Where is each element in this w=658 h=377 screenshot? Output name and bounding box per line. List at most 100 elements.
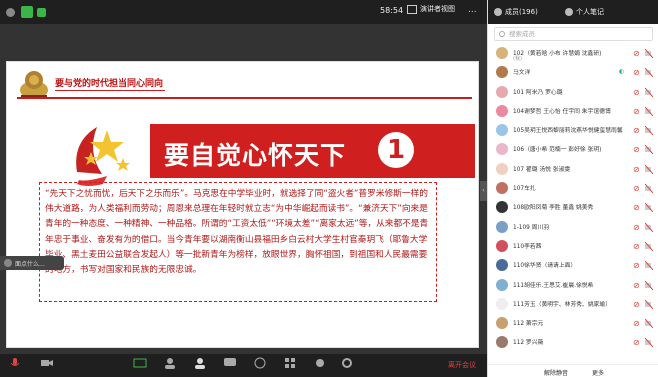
settings-icon[interactable] xyxy=(340,357,354,369)
tab-notes-label: 个人笔记 xyxy=(576,8,604,16)
shield-icon[interactable] xyxy=(21,6,33,18)
list-item[interactable]: 马文洋 ◐ ⊘ xyxy=(488,63,658,82)
avatar xyxy=(496,143,508,156)
avatar xyxy=(496,201,508,214)
list-item[interactable]: 106（唐小希 范楠一 彭好徐 张玥) ⊘ xyxy=(488,140,658,159)
avatar xyxy=(496,297,508,310)
view-switch-button[interactable]: 演讲者视图 xyxy=(407,4,455,14)
unmute-all-button[interactable]: 解除静音 xyxy=(544,368,568,377)
mic-muted-icon[interactable]: ⊘ xyxy=(633,126,641,135)
camera-off-icon[interactable] xyxy=(645,338,653,348)
mic-muted-icon[interactable]: ⊘ xyxy=(633,88,641,97)
info-icon[interactable] xyxy=(6,7,15,17)
avatar xyxy=(496,162,508,175)
mic-muted-icon[interactable]: ⊘ xyxy=(633,184,641,193)
tab-members[interactable]: 成员(196) xyxy=(494,7,538,17)
member-name: 101 阿米乃 罗心璐 xyxy=(513,89,563,96)
mic-muted-icon[interactable]: ⊘ xyxy=(633,107,641,116)
mic-muted-icon[interactable]: ⊘ xyxy=(633,338,641,347)
camera-off-icon[interactable] xyxy=(645,87,653,97)
mic-muted-icon[interactable]: ⊘ xyxy=(633,145,641,154)
mic-muted-icon[interactable]: ⊘ xyxy=(633,49,641,58)
participants-icon[interactable] xyxy=(163,357,177,369)
leave-meeting-button[interactable]: 离开会议 xyxy=(448,360,476,370)
record-icon[interactable] xyxy=(253,357,267,369)
collapse-panel-handle[interactable]: ‹ xyxy=(480,181,487,201)
list-item[interactable]: 107 翟璐 汤悦 张淑雯 ⊘ xyxy=(488,160,658,179)
camera-off-icon[interactable] xyxy=(645,319,653,329)
camera-off-icon[interactable] xyxy=(645,203,653,213)
camera-off-icon[interactable] xyxy=(645,49,653,58)
member-search-input[interactable]: 搜索成员 xyxy=(494,27,653,41)
banner-number-badge: 1 xyxy=(378,132,414,168)
more-options-button[interactable]: ... xyxy=(468,5,477,15)
members-icon[interactable] xyxy=(193,357,207,369)
list-item[interactable]: 112 萧宗元 ⊘ xyxy=(488,314,658,333)
member-name: 1-109 周川羽 xyxy=(513,224,550,231)
list-item[interactable]: 108欧阳凤菊 李胜 董鑫 姚美秀 ⊘ xyxy=(488,198,658,217)
camera-off-icon[interactable] xyxy=(645,222,653,232)
camera-off-icon[interactable] xyxy=(645,106,653,116)
member-name: 110李若茜 xyxy=(513,243,542,250)
camera-icon[interactable] xyxy=(40,357,54,369)
header-underline xyxy=(55,90,165,91)
more-button[interactable]: 更多 xyxy=(592,368,604,377)
panel-footer: 解除静音 更多 xyxy=(488,364,658,377)
mic-muted-icon[interactable]: ⊘ xyxy=(633,261,641,270)
panel-tabs: 成员(196) 个人笔记 xyxy=(488,0,658,24)
mic-muted-icon[interactable]: ⊘ xyxy=(633,68,641,77)
list-item[interactable]: 110李若茜 ⊘ xyxy=(488,237,658,256)
header-divider xyxy=(17,97,472,99)
camera-off-icon[interactable] xyxy=(645,280,653,290)
list-item[interactable]: 107车扎 ⊘ xyxy=(488,179,658,198)
tab-notes[interactable]: 个人笔记 xyxy=(565,7,604,17)
list-item[interactable]: 102（黄若晗 小布 许慧娟 沈鑫研) (我) ⊘ xyxy=(488,44,658,63)
camera-off-icon[interactable] xyxy=(645,299,653,309)
list-item[interactable]: 105吴玥王悦西黎丽莉沈燕华悦健玺慧雨馨 ⊘ xyxy=(488,121,658,140)
list-item[interactable]: 112 罗兴薇 ⊘ xyxy=(488,333,658,352)
meeting-timer: 58:54 xyxy=(380,6,404,15)
member-name: 107 翟璐 汤悦 张淑雯 xyxy=(513,166,571,173)
camera-off-icon[interactable] xyxy=(645,261,653,271)
list-item[interactable]: 110徐华贤（请请上面） ⊘ xyxy=(488,256,658,275)
speaker-tab[interactable]: 面点什么… xyxy=(0,256,64,270)
list-item[interactable]: 101 阿米乃 罗心璐 ⊘ xyxy=(488,83,658,102)
mic-muted-icon[interactable]: ⊘ xyxy=(633,300,641,309)
share-screen-icon[interactable] xyxy=(133,357,147,369)
view-label: 演讲者视图 xyxy=(420,5,455,13)
lion-emblem-icon xyxy=(20,71,48,99)
bottom-toolbar: 离开会议 xyxy=(0,354,487,377)
avatar xyxy=(496,336,508,349)
member-name: 102（黄若晗 小布 许慧娟 沈鑫研) xyxy=(513,51,602,57)
chat-icon[interactable] xyxy=(223,357,237,369)
mic-icon[interactable] xyxy=(8,357,22,369)
camera-off-icon[interactable] xyxy=(645,184,653,194)
effects-icon[interactable] xyxy=(313,357,327,369)
mic-muted-icon[interactable]: ⊘ xyxy=(633,203,641,212)
avatar xyxy=(496,124,508,137)
search-icon xyxy=(499,31,505,37)
camera-off-icon[interactable] xyxy=(645,68,653,78)
mic-muted-icon[interactable]: ⊘ xyxy=(633,242,641,251)
camera-off-icon[interactable] xyxy=(645,145,653,155)
avatar xyxy=(496,182,508,195)
members-tab-icon xyxy=(494,8,502,16)
list-item[interactable]: 104谢梦哲 王心怡 任宇同 朱宇谊德博 ⊘ xyxy=(488,102,658,121)
apps-icon[interactable] xyxy=(283,357,297,369)
list-item[interactable]: 1-109 周川羽 ⊘ xyxy=(488,218,658,237)
slide-header: 要与党的时代担当同心同向 xyxy=(7,62,478,106)
camera-off-icon[interactable] xyxy=(645,164,653,174)
speaker-avatar xyxy=(4,259,12,267)
avatar xyxy=(496,66,508,79)
camera-off-icon[interactable] xyxy=(645,126,653,136)
member-name: 111芳玉（黄明宇、林芳秀、姚家瑜） xyxy=(513,301,612,308)
list-item[interactable]: 111芳玉（黄明宇、林芳秀、姚家瑜） ⊘ xyxy=(488,295,658,314)
mic-muted-icon[interactable]: ⊘ xyxy=(633,281,641,290)
mic-muted-icon[interactable]: ⊘ xyxy=(633,223,641,232)
signal-icon[interactable] xyxy=(37,7,46,17)
mic-muted-icon[interactable]: ⊘ xyxy=(633,165,641,174)
list-item[interactable]: 111胡佳乐.王思艾.崔晨.徐悦希 ⊘ xyxy=(488,276,658,295)
member-tag: (我) xyxy=(513,56,522,62)
mic-muted-icon[interactable]: ⊘ xyxy=(633,319,641,328)
camera-off-icon[interactable] xyxy=(645,241,653,251)
